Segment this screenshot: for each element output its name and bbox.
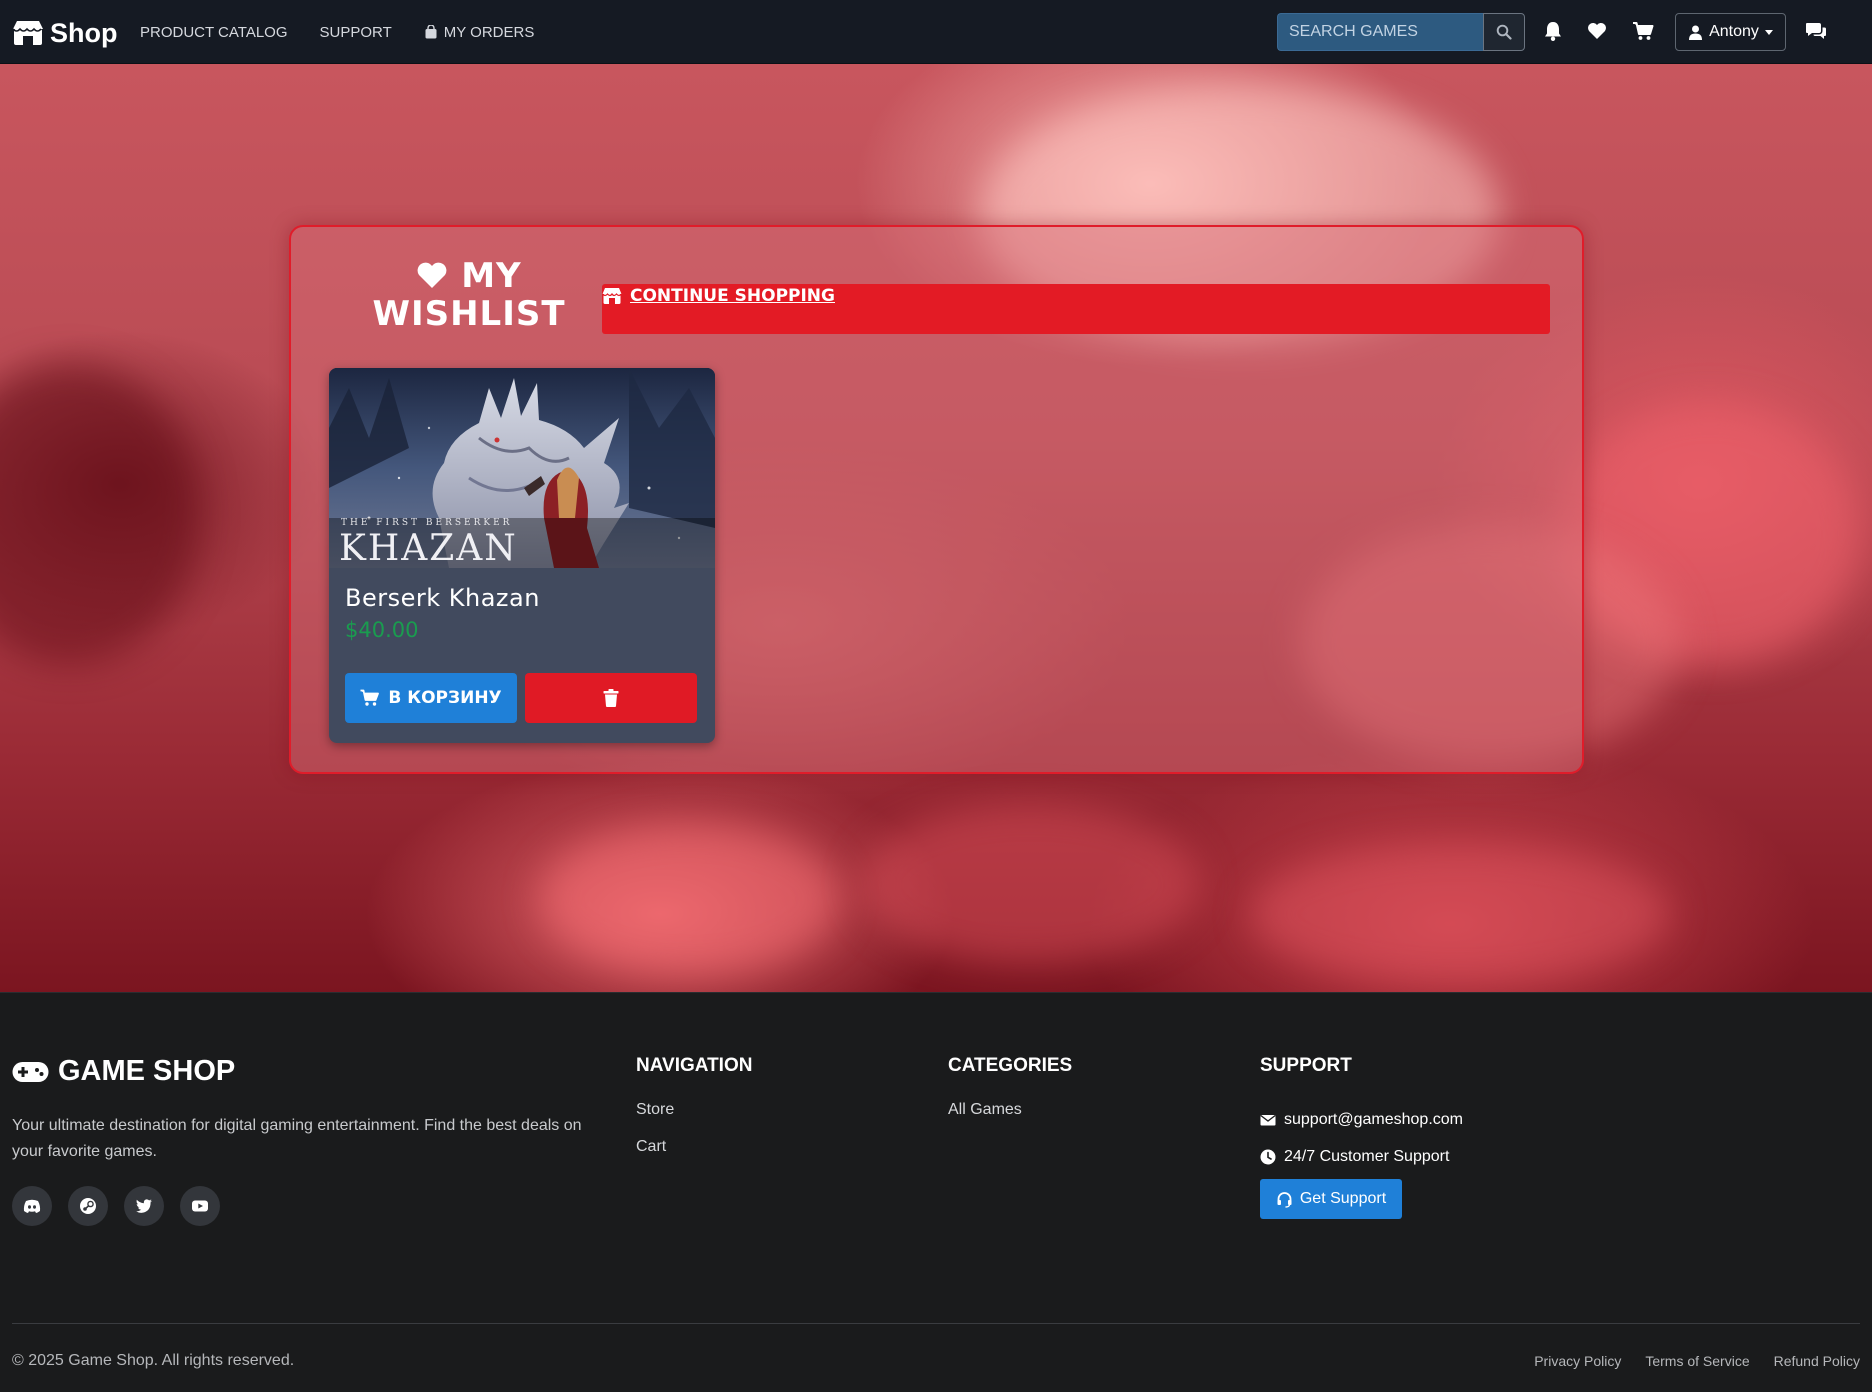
top-navbar: Shop PRODUCT CATALOG SUPPORT MY ORDERS S… — [0, 0, 1872, 64]
continue-shopping-bar: CONTINUE SHOPPING — [602, 284, 1550, 334]
heart-icon — [1588, 23, 1606, 39]
footer-link-all-games[interactable]: All Games — [948, 1101, 1072, 1138]
brand-name: Shop — [50, 17, 118, 48]
game-cover-image[interactable]: THE FIRST BERSERKER KHAZAN — [329, 368, 715, 568]
main-nav: PRODUCT CATALOG SUPPORT MY ORDERS — [140, 0, 534, 64]
cart-icon — [360, 689, 380, 706]
site-footer: GAME SHOP Your ultimate destination for … — [0, 992, 1872, 1392]
cover-title-text: KHAZAN — [339, 528, 518, 568]
get-support-button[interactable]: Get Support — [1260, 1179, 1402, 1219]
gamepad-icon — [12, 1061, 49, 1082]
footer-navigation-heading: NAVIGATION — [636, 1055, 753, 1076]
footer-support: SUPPORT support@gameshop.com 24/7 Custom… — [1260, 1055, 1463, 1219]
add-to-cart-label: В КОРЗИНУ — [388, 688, 502, 708]
footer-support-heading: SUPPORT — [1260, 1055, 1352, 1076]
cart-nav-button[interactable] — [1630, 18, 1656, 44]
continue-shopping-label: CONTINUE SHOPPING — [630, 286, 835, 306]
privacy-policy-link[interactable]: Privacy Policy — [1534, 1353, 1621, 1369]
trash-icon — [603, 689, 619, 707]
user-icon — [1689, 25, 1703, 40]
store-icon — [12, 21, 43, 45]
nav-my-orders-label: MY ORDERS — [443, 23, 535, 41]
twitter-link[interactable] — [124, 1186, 164, 1226]
nav-my-orders[interactable]: MY ORDERS — [424, 23, 535, 41]
support-email-text: support@gameshop.com — [1284, 1110, 1463, 1128]
refund-policy-link[interactable]: Refund Policy — [1774, 1353, 1860, 1369]
remove-from-wishlist-button[interactable] — [525, 673, 697, 723]
terms-of-service-link[interactable]: Terms of Service — [1645, 1353, 1749, 1369]
support-email[interactable]: support@gameshop.com — [1260, 1101, 1463, 1138]
search-bar — [1277, 13, 1525, 51]
bell-icon — [1545, 22, 1561, 41]
search-icon — [1496, 24, 1512, 40]
footer-divider — [12, 1323, 1860, 1324]
youtube-icon — [192, 1200, 208, 1212]
wishlist-panel: MY WISHLIST CONTINUE SHOPPING THE FIRST … — [289, 225, 1584, 774]
heart-icon — [417, 262, 447, 288]
steam-icon — [80, 1198, 96, 1214]
footer-categories-heading: CATEGORIES — [948, 1055, 1073, 1076]
user-menu-button[interactable]: Antony — [1675, 13, 1786, 51]
legal-links: Privacy Policy Terms of Service Refund P… — [1534, 1353, 1860, 1369]
copyright-text: © 2025 Game Shop. All rights reserved. — [12, 1352, 295, 1369]
wishlist-title-line2: WISHLIST — [372, 294, 566, 334]
discord-link[interactable] — [12, 1186, 52, 1226]
bag-icon — [425, 25, 437, 39]
wishlist-nav-button[interactable] — [1584, 18, 1610, 44]
footer-description: Your ultimate destination for digital ga… — [12, 1117, 582, 1160]
cart-icon — [1633, 22, 1654, 40]
headset-icon — [1277, 1191, 1292, 1208]
discord-icon — [23, 1199, 41, 1213]
chat-button[interactable] — [1803, 18, 1829, 44]
wishlist-title-line1: MY — [461, 256, 522, 296]
envelope-icon — [1260, 1114, 1276, 1125]
cover-subtitle-text: THE FIRST BERSERKER — [341, 518, 512, 528]
footer-link-store[interactable]: Store — [636, 1101, 752, 1138]
footer-brand-name: GAME SHOP — [58, 1055, 236, 1087]
store-icon — [602, 288, 622, 304]
search-button[interactable] — [1483, 13, 1525, 51]
nav-support-label: SUPPORT — [319, 23, 392, 41]
nav-product-catalog[interactable]: PRODUCT CATALOG — [140, 24, 288, 41]
youtube-link[interactable] — [180, 1186, 220, 1226]
social-links — [12, 1186, 220, 1226]
search-input[interactable] — [1277, 13, 1483, 51]
footer-navigation: NAVIGATION Store Cart — [636, 1055, 752, 1175]
footer-categories: CATEGORIES All Games — [948, 1055, 1072, 1138]
footer-link-cart[interactable]: Cart — [636, 1138, 752, 1175]
nav-product-catalog-label: PRODUCT CATALOG — [140, 23, 288, 41]
wishlist-item-card: THE FIRST BERSERKER KHAZAN Berserk Khaza… — [329, 368, 715, 743]
get-support-label: Get Support — [1299, 1190, 1387, 1207]
game-cover-art: THE FIRST BERSERKER KHAZAN — [329, 368, 715, 568]
support-hours: 24/7 Customer Support — [1260, 1138, 1463, 1175]
wishlist-title: MY WISHLIST — [349, 257, 589, 333]
game-title[interactable]: Berserk Khazan — [345, 584, 540, 612]
twitter-icon — [136, 1199, 152, 1213]
footer-brand: GAME SHOP — [12, 1055, 235, 1088]
comments-icon — [1806, 23, 1826, 39]
clock-icon — [1260, 1149, 1276, 1164]
continue-shopping-link[interactable]: CONTINUE SHOPPING — [602, 286, 835, 306]
hero-background: MY WISHLIST CONTINUE SHOPPING THE FIRST … — [0, 64, 1872, 992]
add-to-cart-button[interactable]: В КОРЗИНУ — [345, 673, 517, 723]
nav-support[interactable]: SUPPORT — [320, 24, 392, 41]
support-hours-text: 24/7 Customer Support — [1284, 1147, 1450, 1165]
brand-logo[interactable]: Shop — [12, 16, 118, 50]
notifications-button[interactable] — [1540, 18, 1566, 44]
game-price: $40.00 — [345, 618, 419, 642]
steam-link[interactable] — [68, 1186, 108, 1226]
chevron-down-icon — [1764, 29, 1773, 35]
user-name: Antony — [1709, 23, 1759, 40]
